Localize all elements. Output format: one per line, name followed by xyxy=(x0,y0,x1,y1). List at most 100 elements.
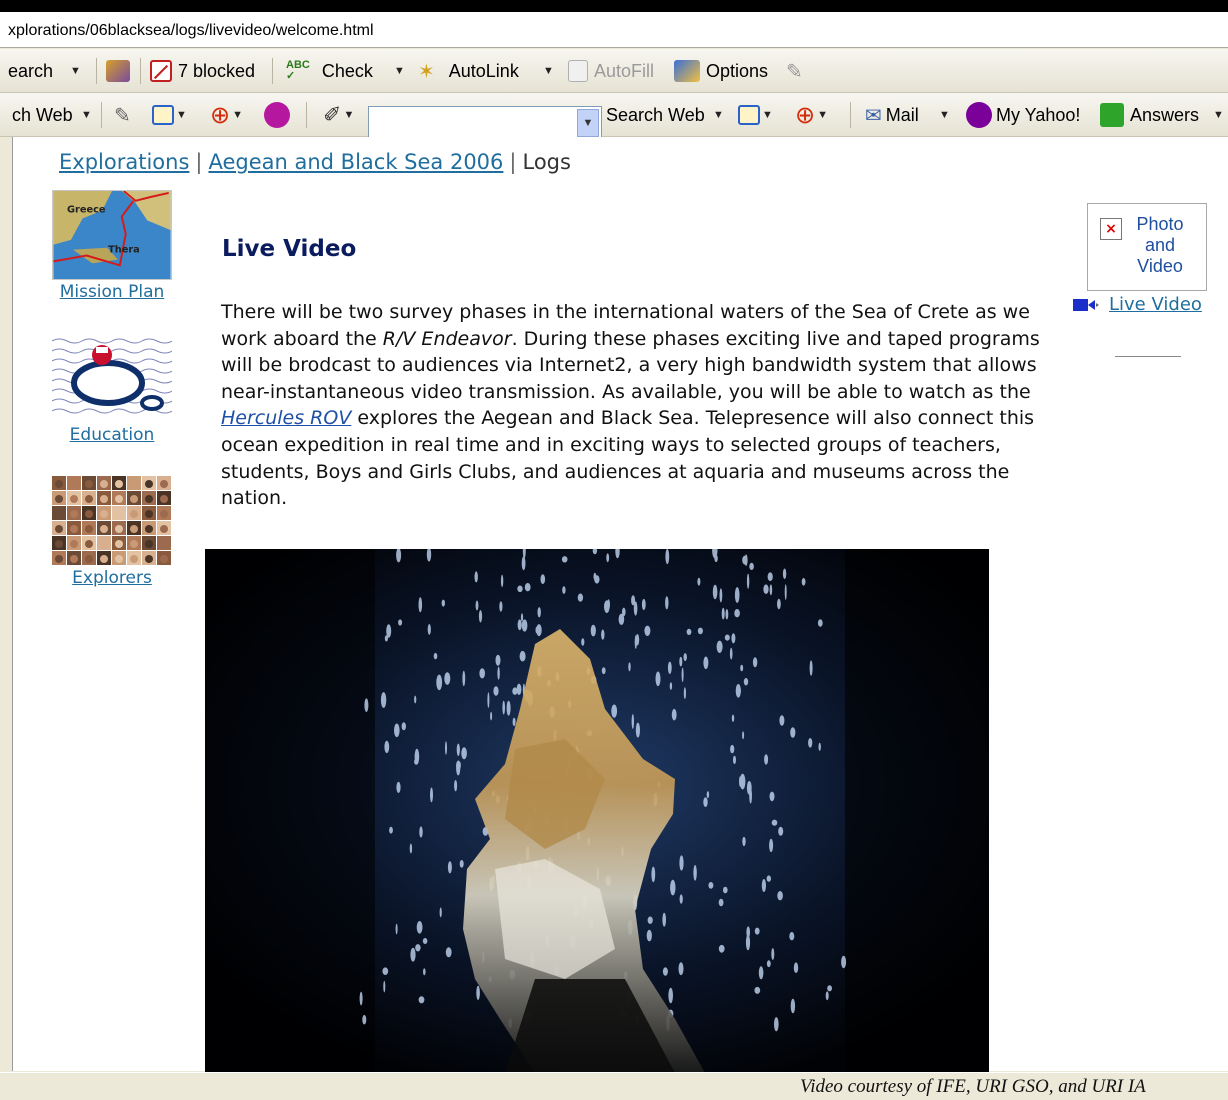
status-bar: Video courtesy of IFE, URI GSO, and URI … xyxy=(0,1072,1228,1100)
dropdown-arrow-icon: ▼ xyxy=(1213,109,1224,121)
dropdown-arrow-icon: ▼ xyxy=(81,109,92,121)
mission-plan-link[interactable]: Mission Plan xyxy=(52,282,172,302)
search-web-dropdown[interactable]: ▼ xyxy=(713,93,724,137)
education-link[interactable]: Education xyxy=(52,425,172,445)
search-dropdown-arrow[interactable]: ▼ xyxy=(70,49,81,93)
dropdown-arrow-icon: ▼ xyxy=(713,109,724,121)
toolbar-primary: earch ▼ 7 blocked ABC ✓ Check ▼ ✶ AutoLin… xyxy=(0,49,1228,93)
dropdown-arrow-icon: ▼ xyxy=(70,65,81,77)
search-web-left-dropdown[interactable]: ▼ xyxy=(81,93,92,137)
spell-check-button[interactable]: ABC ✓ Check xyxy=(286,49,373,93)
breadcrumb-explorations-link[interactable]: Explorations xyxy=(59,150,189,174)
highlighter-button[interactable] xyxy=(106,49,136,93)
toolbar-separator xyxy=(101,102,102,128)
dropdown-arrow-icon: ▼ xyxy=(939,109,950,121)
search-menu[interactable]: earch xyxy=(8,49,53,93)
highlight-pen-button[interactable]: ✐ ▼ xyxy=(323,93,354,137)
blocked-count-label: 7 blocked xyxy=(178,60,256,81)
my-yahoo-icon xyxy=(966,102,992,128)
autolink-wand-icon: ✶ xyxy=(418,60,435,83)
mail-button[interactable]: ✉ Mail xyxy=(865,93,919,137)
popup-blocker-button[interactable]: 7 blocked xyxy=(150,49,255,93)
web-page: Explorations | Aegean and Black Sea 2006 | L… xyxy=(12,137,1228,1073)
toolbar-separator xyxy=(272,58,273,84)
vent-image xyxy=(205,549,989,1073)
breadcrumb-separator: | xyxy=(509,150,517,174)
breadcrumb-expedition-link[interactable]: Aegean and Black Sea 2006 xyxy=(208,150,503,174)
search-web-label: Search Web xyxy=(606,104,705,125)
target-icon: ⊕ xyxy=(795,101,816,129)
map-label-thera: Thera xyxy=(108,245,140,256)
pencil-icon: ✎ xyxy=(114,104,131,127)
education-thumbnail[interactable] xyxy=(52,333,172,423)
search-web-left-label: ch Web xyxy=(12,104,73,125)
sidebar-education[interactable]: Education xyxy=(52,333,172,445)
explorers-thumbnail[interactable] xyxy=(52,476,172,566)
headphones-button[interactable] xyxy=(264,93,296,137)
bookmark-button-2[interactable]: ▼ xyxy=(738,93,773,137)
target-icon: ⊕ xyxy=(210,101,231,129)
toolbar-separator xyxy=(96,58,97,84)
sidebar-explorers[interactable]: Explorers xyxy=(52,476,172,588)
toolbar-search-input[interactable] xyxy=(369,107,569,137)
bookmark-icon xyxy=(152,105,174,125)
answers-icon xyxy=(1100,103,1124,127)
mail-dropdown[interactable]: ▼ xyxy=(939,93,950,137)
target-button-2[interactable]: ⊕ ▼ xyxy=(795,93,828,137)
map-label-greece: Greece xyxy=(67,205,106,216)
breadcrumb-current: Logs xyxy=(522,150,571,174)
headphones-icon xyxy=(264,102,290,128)
breadcrumb: Explorations | Aegean and Black Sea 2006 | L… xyxy=(59,150,571,174)
autofill-form-icon xyxy=(568,60,588,82)
live-video-nav[interactable]: Live Video xyxy=(1073,294,1202,315)
pencil-button[interactable]: ✎ xyxy=(114,93,131,137)
search-web-button[interactable]: Search Web xyxy=(606,93,705,137)
my-yahoo-button[interactable]: My Yahoo! xyxy=(966,93,1080,137)
answers-dropdown[interactable]: ▼ xyxy=(1213,93,1224,137)
check-label: Check xyxy=(321,60,373,81)
popup-blocker-icon xyxy=(150,60,172,82)
page-title: Live Video xyxy=(222,236,357,262)
search-web-left-button[interactable]: ch Web xyxy=(12,93,73,137)
dropdown-arrow-icon: ▼ xyxy=(543,65,554,77)
my-yahoo-label: My Yahoo! xyxy=(996,104,1081,125)
autofill-button[interactable]: AutoFill xyxy=(568,49,654,93)
breadcrumb-separator: | xyxy=(195,150,203,174)
toolbar-separator xyxy=(306,102,307,128)
intro-paragraph: There will be two survey phases in the i… xyxy=(221,299,1045,512)
dropdown-arrow-icon: ▼ xyxy=(232,109,243,121)
answers-label: Answers xyxy=(1130,104,1200,125)
search-history-dropdown[interactable]: ▼ xyxy=(577,109,599,137)
hercules-rov-link[interactable]: Hercules ROV xyxy=(221,407,351,429)
browser-window: xplorations/06blacksea/logs/livevideo/we… xyxy=(0,12,1228,1100)
photo-video-broken-image[interactable]: × Photo and Video xyxy=(1087,203,1207,291)
address-bar[interactable]: xplorations/06blacksea/logs/livevideo/we… xyxy=(0,12,1228,48)
options-icon xyxy=(674,60,700,82)
autolink-dropdown-arrow[interactable]: ▼ xyxy=(543,49,554,93)
right-divider xyxy=(1115,356,1181,357)
broken-image-alt-text: Photo and Video xyxy=(1136,214,1184,276)
mail-label: Mail xyxy=(885,104,919,125)
answers-button[interactable]: Answers xyxy=(1100,93,1199,137)
toolbar-separator xyxy=(850,102,851,128)
bookmark-icon xyxy=(738,105,760,125)
eraser-button[interactable]: ✎ xyxy=(786,49,803,93)
hydrothermal-vent-photo xyxy=(205,549,989,1073)
bookmark-button[interactable]: ▼ xyxy=(152,93,187,137)
explorers-link[interactable]: Explorers xyxy=(52,568,172,588)
toolbar-search: ch Web ▼ ✎ ▼ ⊕ ▼ ✐ ▼ ▼ Search Web ▼ ▼ ⊕ ▼ xyxy=(0,93,1228,140)
sidebar-mission-plan[interactable]: Greece Thera Mission Plan xyxy=(52,190,172,302)
eraser-icon: ✎ xyxy=(786,60,803,83)
check-dropdown-arrow[interactable]: ▼ xyxy=(394,49,405,93)
options-button[interactable]: Options xyxy=(674,49,768,93)
autolink-label: AutoLink xyxy=(448,60,519,81)
target-button[interactable]: ⊕ ▼ xyxy=(210,93,243,137)
mission-map-thumbnail[interactable]: Greece Thera xyxy=(52,190,172,280)
autolink-button[interactable]: ✶ AutoLink xyxy=(418,49,519,93)
live-video-link[interactable]: Live Video xyxy=(1109,294,1202,315)
video-credit-caption: Video courtesy of IFE, URI GSO, and URI … xyxy=(800,1076,1146,1097)
address-url[interactable]: xplorations/06blacksea/logs/livevideo/we… xyxy=(8,22,374,40)
dropdown-arrow-icon: ▼ xyxy=(817,109,828,121)
autofill-label: AutoFill xyxy=(594,60,655,81)
toolbar-separator xyxy=(140,58,141,84)
